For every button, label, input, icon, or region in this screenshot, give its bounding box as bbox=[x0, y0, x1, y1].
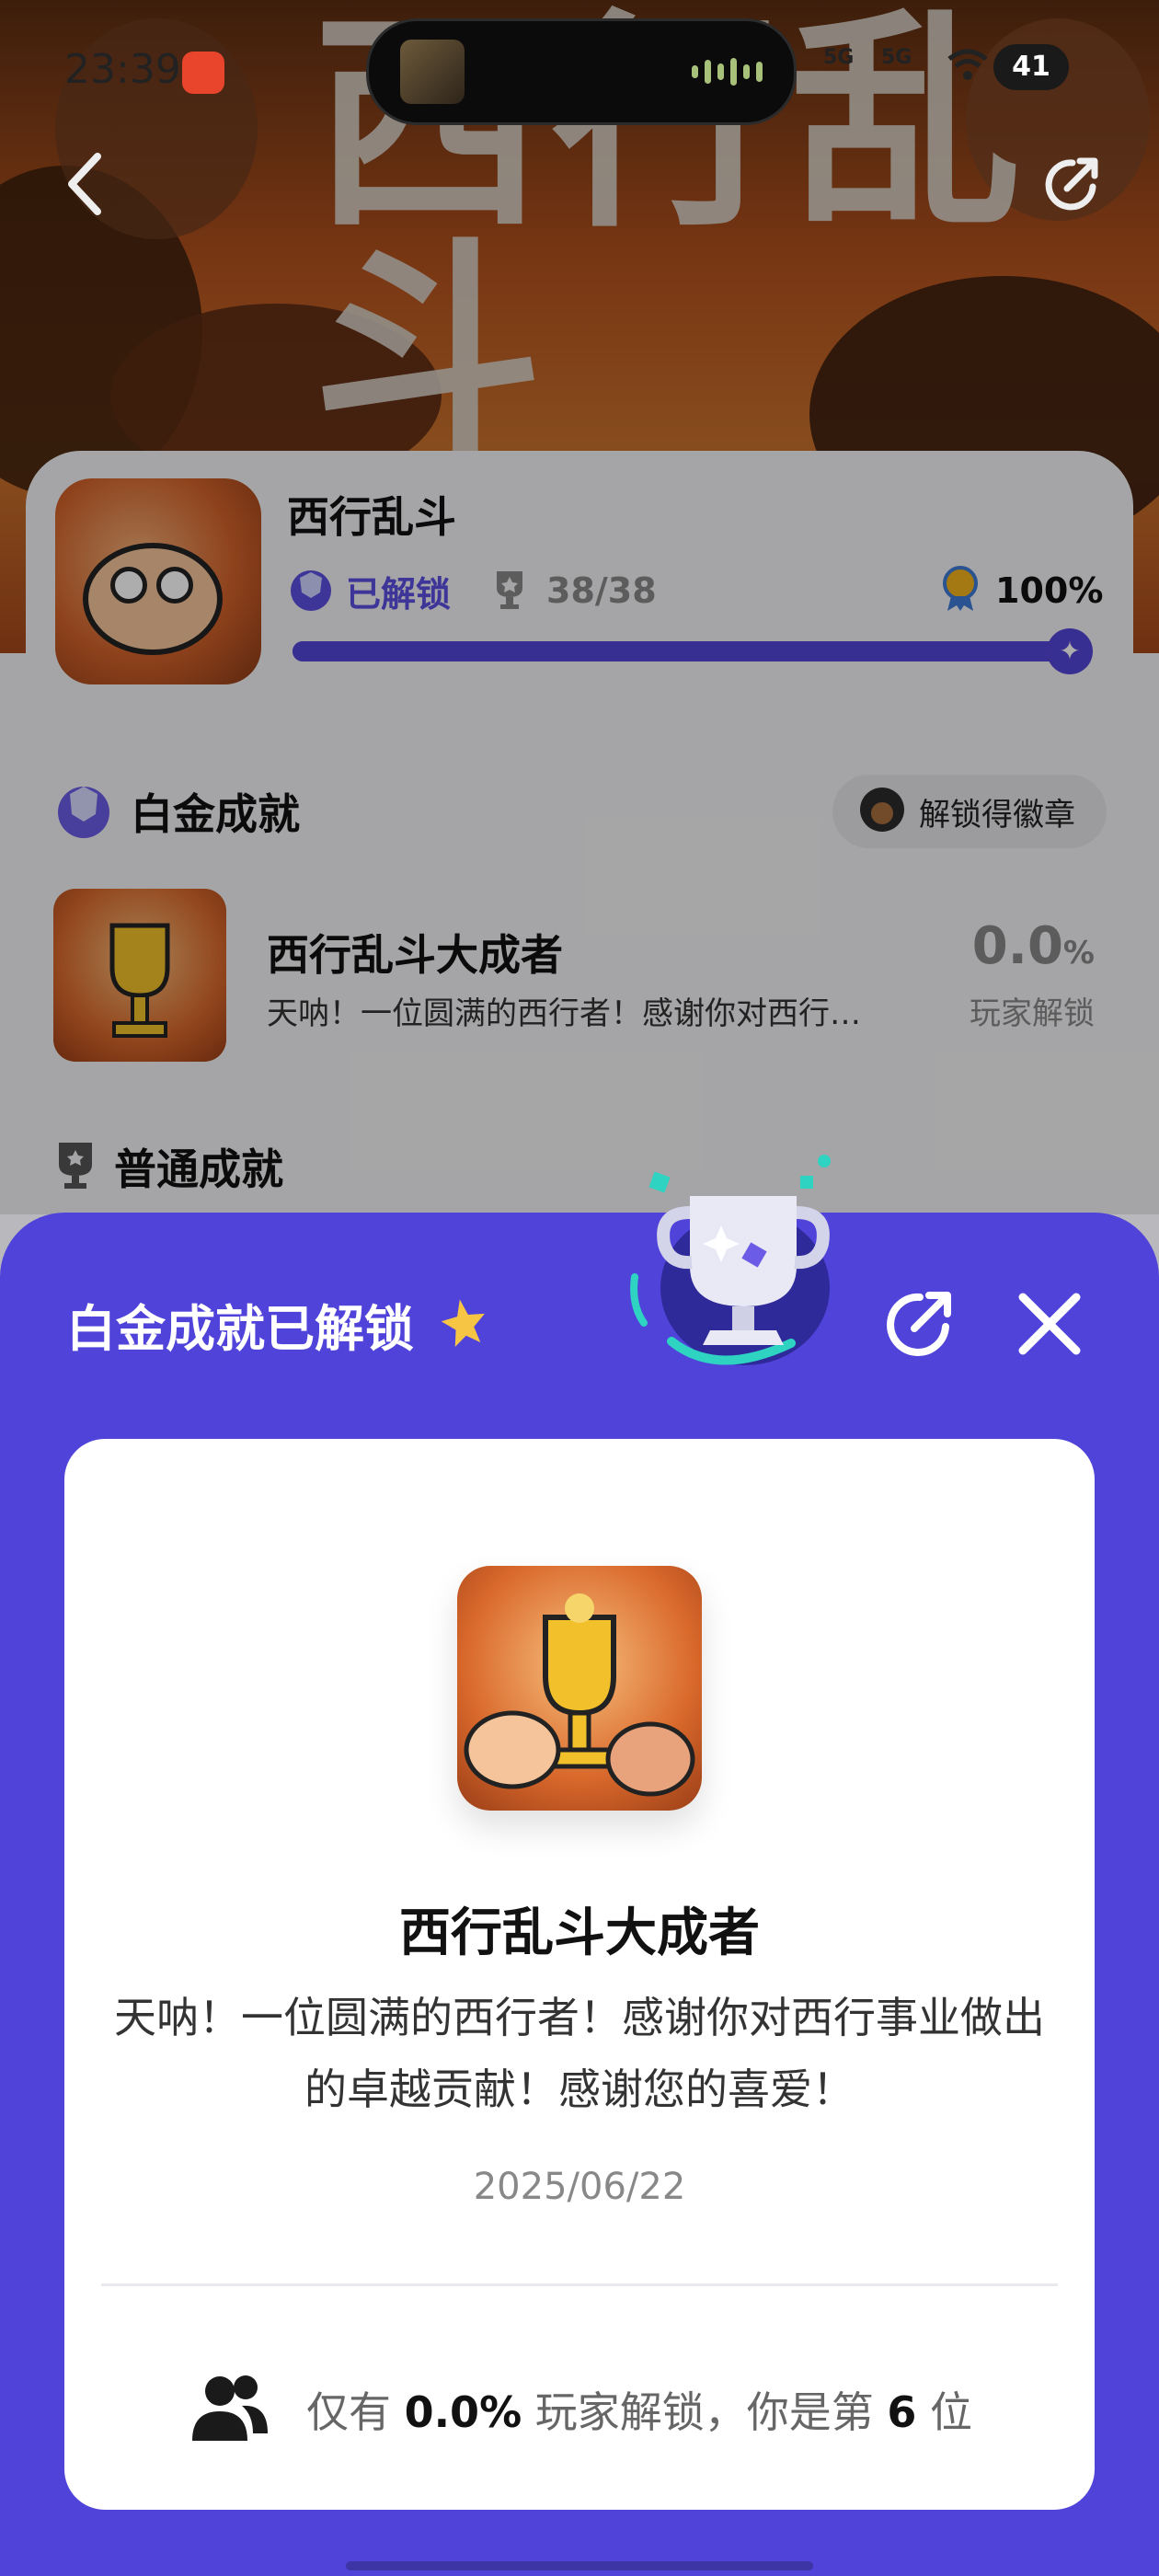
share-button[interactable] bbox=[881, 1286, 957, 1362]
foot-rank: 6 bbox=[887, 2387, 917, 2437]
back-icon[interactable] bbox=[57, 147, 112, 221]
users-icon bbox=[187, 2371, 270, 2448]
wifi-icon bbox=[947, 48, 988, 90]
dynamic-island[interactable] bbox=[366, 18, 797, 125]
status-time: 23:39 bbox=[64, 46, 181, 93]
unlock-rank-summary: 仅有 0.0% 玩家解锁，你是第 6 位 bbox=[64, 2368, 1095, 2451]
modal-overlay[interactable] bbox=[0, 0, 1159, 1214]
network-indicator-2: 5G bbox=[881, 46, 912, 69]
unlock-rank-text: 仅有 0.0% 玩家解锁，你是第 6 位 bbox=[306, 2379, 972, 2440]
foot-middle: 玩家解锁，你是第 bbox=[534, 2387, 874, 2437]
status-bar: 23:39 5G 5G 41 bbox=[0, 0, 1159, 138]
sparkle-star-icon bbox=[436, 1294, 491, 1349]
foot-rate: 0.0% bbox=[404, 2387, 522, 2437]
battery-indicator: 41 bbox=[993, 44, 1069, 90]
trophy-icon bbox=[607, 1148, 846, 1387]
achievement-unlocked-sheet: 白金成就已解锁 西行乱斗大成者 天呐！一位圆满的西行者！感谢你对西行事业做出的卓… bbox=[0, 1155, 1159, 2576]
foot-prefix: 仅有 bbox=[305, 2387, 391, 2437]
achievement-description: 天呐！一位圆满的西行者！感谢你对西行事业做出的卓越贡献！感谢您的喜爱！ bbox=[114, 1993, 1045, 2114]
network-indicator-1: 5G bbox=[823, 46, 855, 69]
foot-suffix: 位 bbox=[930, 2387, 973, 2437]
share-icon[interactable] bbox=[1039, 152, 1104, 216]
app-notification-icon bbox=[182, 52, 224, 94]
achievement-image bbox=[457, 1566, 702, 1811]
audio-wave-icon bbox=[692, 58, 763, 86]
sheet-title: 白金成就已解锁 bbox=[66, 1300, 414, 1358]
achievement-name: 西行乱斗大成者 bbox=[399, 1903, 760, 1963]
now-playing-thumb bbox=[400, 40, 465, 104]
card-divider bbox=[101, 2283, 1058, 2286]
home-indicator[interactable] bbox=[346, 2561, 813, 2570]
achievement-detail-card: 西行乱斗大成者 天呐！一位圆满的西行者！感谢你对西行事业做出的卓越贡献！感谢您的… bbox=[64, 1439, 1095, 2510]
unlock-date: 2025/06/22 bbox=[473, 2166, 686, 2208]
close-icon[interactable] bbox=[1012, 1286, 1087, 1362]
